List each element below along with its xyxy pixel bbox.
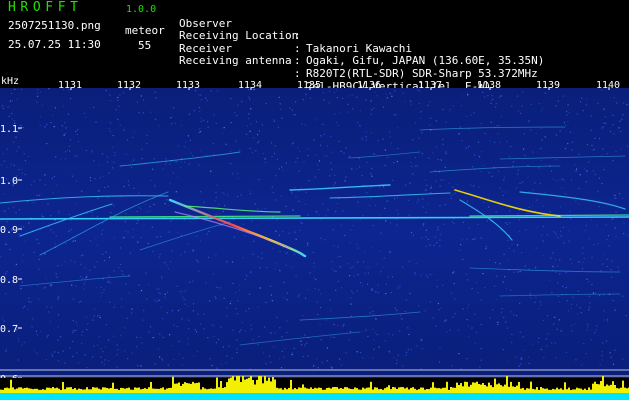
x-tick-label: 1134 — [238, 80, 262, 91]
image-filename: 2507251130.png — [8, 19, 101, 32]
spectrogram-panel: kHz 1.1 1.0 0.9 0.8 0.7 0.6 1131 1132 11… — [0, 76, 629, 400]
x-tick-label: 1140 — [596, 80, 620, 91]
level-meter-baseline — [0, 393, 629, 400]
meteor-label: meteor — [125, 24, 165, 37]
capture-datetime: 25.07.25 11:30 — [8, 38, 101, 51]
x-tick-label: 1132 — [117, 80, 141, 91]
y-tick-label: 0.9 — [0, 225, 18, 236]
app-version: 1.0.0 — [126, 4, 157, 15]
y-tick-label: 1.0 — [0, 176, 18, 187]
x-tick-label: 1136 — [357, 80, 381, 91]
x-tick-label: 1139 — [536, 80, 560, 91]
station-info: Observer : Takanori Kawachi Receiving Lo… — [179, 5, 544, 92]
header-panel: HROFFT 1.0.0 2507251130.png 25.07.25 11:… — [0, 0, 629, 92]
info-row-receiver: Receiver : R820T2(RTL-SDR) SDR-Sharp 53.… — [179, 30, 538, 79]
y-tick-label: 0.7 — [0, 324, 18, 335]
y-tick-label: 1.1 — [0, 124, 18, 135]
y-axis-unit: kHz — [1, 76, 19, 87]
info-row-antenna: Receiving antenna : 2el-HB9CV Vertical (… — [179, 43, 491, 92]
app-title: HROFFT — [8, 0, 83, 15]
x-tick-label: 1135 — [297, 80, 321, 91]
noise-background — [0, 88, 629, 378]
x-tick-label: 1133 — [176, 80, 200, 91]
info-key: Receiving antenna — [179, 54, 292, 68]
info-row-observer: Observer : Takanori Kawachi — [179, 5, 412, 54]
info-row-location: Receiving Location : Ogaki, Gifu, JAPAN … — [179, 18, 544, 67]
x-tick-label: 1137 — [418, 80, 442, 91]
x-tick-label: 1131 — [58, 80, 82, 91]
x-tick-label: 1138 — [477, 80, 501, 91]
meteor-count: 55 — [138, 39, 152, 52]
y-tick-label: 0.8 — [0, 275, 18, 286]
